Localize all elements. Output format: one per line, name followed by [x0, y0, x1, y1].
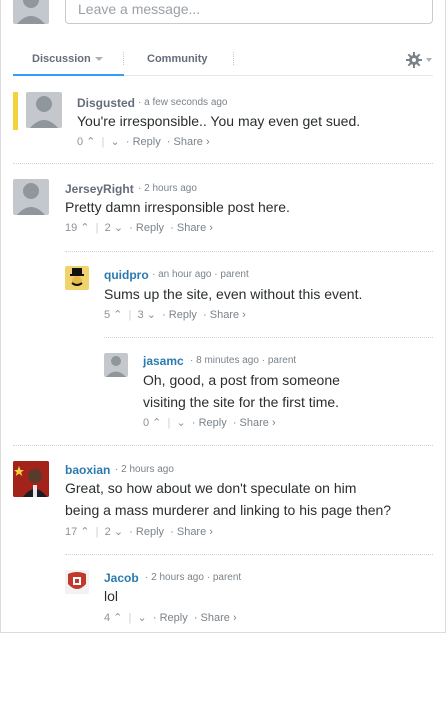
avatar[interactable]	[26, 92, 62, 128]
upvote-count: 0	[143, 417, 150, 429]
comment-time-text: 2 hours ago	[144, 183, 197, 194]
message-input[interactable]	[66, 0, 432, 23]
downvote-count: 3	[137, 309, 144, 321]
share-link[interactable]: Share ›	[177, 526, 213, 538]
upvote-button[interactable]: 17 ⌃	[65, 525, 90, 538]
vote-divider: |	[128, 309, 132, 321]
comment-divider	[65, 554, 433, 556]
comment-author[interactable]: jasamc	[143, 354, 184, 368]
comment-time-text: 2 hours ago	[121, 464, 174, 475]
comment-actions: 5 ⌃ | 3 ⌄ · Reply · Share ›	[104, 308, 246, 321]
downvote-button[interactable]: 3 ⌄	[138, 308, 156, 321]
chevron-down-icon	[94, 57, 103, 62]
comment-author[interactable]: baoxian	[65, 463, 110, 477]
comment-author[interactable]: Jacob	[104, 571, 139, 585]
vote-divider: |	[101, 136, 105, 148]
tab-active-indicator	[13, 74, 124, 76]
tab-divider	[233, 52, 235, 65]
comment-time[interactable]: · an hour ago · parent	[152, 269, 249, 280]
share-link[interactable]: Share ›	[174, 136, 210, 148]
upvote-button[interactable]: 19 ⌃	[65, 221, 90, 234]
upvote-button[interactable]: 0 ⌃	[143, 416, 161, 429]
parent-link[interactable]: parent	[220, 269, 248, 280]
upvote-count: 5	[104, 309, 111, 321]
comment-body: Sums up the site, even without this even…	[104, 286, 363, 302]
avatar[interactable]	[65, 570, 89, 594]
reply-link[interactable]: Reply	[136, 222, 164, 234]
comment-divider	[65, 251, 433, 253]
upvote-button[interactable]: 0 ⌃	[77, 135, 95, 148]
comment-body: lol	[104, 588, 119, 604]
tab-community[interactable]: Community	[147, 53, 208, 65]
downvote-button[interactable]: ⌄	[138, 611, 147, 624]
tab-discussion-label: Discussion	[32, 53, 91, 65]
comment-actions: 0 ⌃ | ⌄ · Reply · Share ›	[143, 416, 276, 429]
comment-time[interactable]: · 2 hours ago	[138, 183, 197, 194]
comment-body: You're irresponsible.. You may even get …	[77, 113, 361, 129]
parent-link[interactable]: parent	[213, 572, 241, 583]
upvote-count: 19	[65, 222, 78, 234]
tab-divider	[123, 52, 125, 65]
share-link[interactable]: Share ›	[240, 417, 276, 429]
message-box[interactable]	[65, 0, 433, 24]
reply-link[interactable]: Reply	[136, 526, 164, 538]
comment-actions: 0 ⌃ | ⌄ · Reply · Share ›	[77, 135, 210, 148]
upvote-button[interactable]: 5 ⌃	[104, 308, 122, 321]
share-link[interactable]: Share ›	[210, 309, 246, 321]
upvote-count: 4	[104, 612, 111, 624]
comment-time[interactable]: · 8 minutes ago · parent	[190, 355, 296, 366]
upvote-button[interactable]: 4 ⌃	[104, 611, 122, 624]
share-link[interactable]: Share ›	[177, 222, 213, 234]
reply-link[interactable]: Reply	[199, 417, 227, 429]
avatar[interactable]	[13, 461, 49, 497]
reply-link[interactable]: Reply	[133, 136, 161, 148]
comment-actions: 4 ⌃ | ⌄ · Reply · Share ›	[104, 611, 237, 624]
comment-actions: 19 ⌃ | 2 ⌄ · Reply · Share ›	[65, 221, 213, 234]
comment-time-text: a few seconds ago	[144, 97, 228, 108]
tab-discussion[interactable]: Discussion	[32, 53, 103, 65]
comment-time[interactable]: · 2 hours ago · parent	[145, 572, 241, 583]
upvote-count: 0	[77, 136, 84, 148]
comment-time-text: 8 minutes ago	[196, 355, 259, 366]
comment-body: Pretty damn irresponsible post here.	[65, 199, 290, 215]
vote-divider: |	[95, 222, 99, 234]
downvote-button[interactable]: 2 ⌄	[105, 221, 123, 234]
comment-time-text: an hour ago	[158, 269, 212, 280]
avatar[interactable]	[65, 266, 89, 290]
vote-divider: |	[167, 417, 171, 429]
parent-link[interactable]: parent	[268, 355, 296, 366]
vote-divider: |	[95, 526, 99, 538]
user-avatar	[13, 0, 49, 24]
comment-actions: 17 ⌃ | 2 ⌄ · Reply · Share ›	[65, 525, 213, 538]
downvote-count: 2	[104, 222, 111, 234]
avatar[interactable]	[13, 179, 49, 215]
comment-author[interactable]: quidpro	[104, 268, 149, 282]
avatar[interactable]	[104, 353, 128, 377]
gear-icon[interactable]	[406, 52, 436, 68]
downvote-button[interactable]: ⌄	[177, 416, 186, 429]
downvote-count: 2	[104, 526, 111, 538]
comment-divider	[13, 445, 433, 447]
comment-author[interactable]: JerseyRight	[65, 182, 134, 196]
comment-body-line: Great, so how about we don't speculate o…	[65, 480, 357, 496]
comment-author[interactable]: Disgusted	[77, 96, 135, 110]
downvote-button[interactable]: 2 ⌄	[105, 525, 123, 538]
new-comment-marker	[13, 92, 18, 130]
comment-time[interactable]: · a few seconds ago	[138, 97, 228, 108]
comment-body-line: visiting the site for the first time.	[143, 394, 340, 410]
reply-link[interactable]: Reply	[169, 309, 197, 321]
share-link[interactable]: Share ›	[201, 612, 237, 624]
comment-time[interactable]: · 2 hours ago	[115, 464, 174, 475]
reply-link[interactable]: Reply	[160, 612, 188, 624]
comment-divider	[104, 337, 433, 339]
comments-panel: Discussion Community Disgusted · a few s…	[0, 0, 446, 633]
downvote-button[interactable]: ⌄	[111, 135, 120, 148]
comment-divider	[13, 163, 433, 165]
upvote-count: 17	[65, 526, 78, 538]
comment-body-line: being a mass murderer and linking to his…	[65, 502, 392, 518]
comment-time-text: 2 hours ago	[151, 572, 204, 583]
vote-divider: |	[128, 612, 132, 624]
comment-body-line: Oh, good, a post from someone	[143, 372, 340, 388]
